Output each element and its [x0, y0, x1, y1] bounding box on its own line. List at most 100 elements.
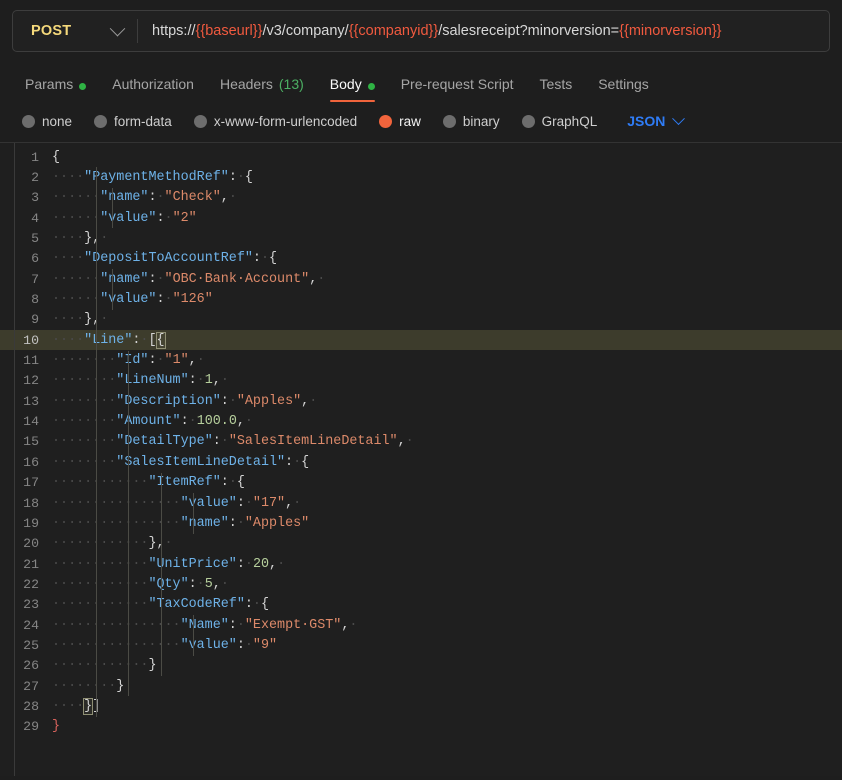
code-line[interactable]: 11 ········"Id":·"1",· — [0, 350, 842, 370]
indent-guide — [128, 350, 130, 697]
code-token: "Qty" — [148, 576, 189, 592]
request-tab-bar: Params Authorization Headers (13) Body Pre-re… — [0, 64, 842, 102]
url-text: https:// — [152, 23, 196, 39]
code-line[interactable]: 9 ····},· — [0, 310, 842, 330]
code-line[interactable]: 29} — [0, 717, 842, 737]
radio-button-icon[interactable] — [193, 114, 207, 128]
code-line[interactable]: 18 ················"value":·"17",· — [0, 493, 842, 513]
line-number: 20 — [23, 536, 39, 552]
radio-button-icon[interactable] — [22, 114, 35, 128]
tab-tests[interactable]: Tests — [527, 64, 586, 102]
radio-button-icon[interactable] — [442, 114, 456, 128]
body-type-graphql[interactable]: GraphQL — [521, 114, 597, 129]
code-line-content: ······"name":·"Check",· — [52, 190, 237, 205]
code-token: "LineNum" — [116, 373, 189, 389]
code-line[interactable]: 17 ············"ItemRef":·{ — [0, 473, 842, 493]
code-line[interactable]: 16 ········"SalesItemLineDetail":·{ — [0, 452, 842, 472]
code-token: : — [252, 251, 261, 267]
code-line[interactable]: 13 ········"Description":·"Apples",· — [0, 391, 842, 411]
code-token: · — [156, 271, 165, 287]
code-line[interactable]: 6 ····"DepositToAccountRef":·{ — [0, 249, 842, 269]
code-line[interactable]: 1{ — [0, 147, 842, 167]
code-token: : — [228, 170, 237, 186]
tab-body[interactable]: Body — [317, 64, 388, 102]
code-line[interactable]: 12 ········"LineNum":·1,· — [0, 371, 842, 391]
body-type-binary[interactable]: binary — [442, 114, 500, 129]
code-token: · — [156, 190, 165, 206]
code-line-content: ············} — [52, 658, 156, 673]
code-line-content: ················"value":·"9" — [52, 638, 277, 653]
code-line[interactable]: 22 ············"Qty":·5,· — [0, 574, 842, 594]
tab-label: Headers — [219, 76, 273, 92]
code-line[interactable]: 2 ····"PaymentMethodRef":·{ — [0, 167, 842, 187]
code-line-content: ········"SalesItemLineDetail":·{ — [52, 455, 309, 470]
code-line[interactable]: 19 ················"name":·"Apples" — [0, 513, 842, 533]
code-token: } — [84, 312, 93, 328]
code-token: , — [212, 576, 221, 592]
code-line-content: ····"PaymentMethodRef":·{ — [52, 170, 253, 185]
indent-whitespace: ············ — [52, 536, 149, 552]
line-number: 13 — [23, 393, 39, 409]
code-token: · — [188, 414, 197, 430]
code-token: , — [269, 556, 278, 572]
url-text: /salesreceipt?minorversion= — [438, 23, 620, 39]
code-line[interactable]: 25 ················"value":·"9" — [0, 635, 842, 655]
body-type-x-www-form-urlencoded[interactable]: x-www-form-urlencoded — [193, 113, 358, 129]
indent-whitespace: ············ — [52, 576, 149, 592]
code-line[interactable]: 10 ····"Line":·[{ — [0, 330, 842, 351]
code-token: "value" — [100, 292, 157, 308]
code-line[interactable]: 20 ············},· — [0, 534, 842, 554]
indent-whitespace: ········ — [52, 414, 117, 430]
tab-pre-request-script[interactable]: Pre-request Script — [388, 64, 527, 102]
radio-button-icon[interactable] — [379, 114, 393, 128]
code-line[interactable]: 5 ····},· — [0, 228, 842, 248]
body-type-form-data[interactable]: form-data — [94, 114, 172, 129]
tab-params[interactable]: Params — [12, 64, 99, 102]
code-token: : — [156, 210, 165, 226]
code-token: : — [228, 617, 237, 633]
radio-button-icon[interactable] — [94, 114, 108, 128]
code-line[interactable]: 15 ········"DetailType":·"SalesItemLineDe… — [0, 432, 842, 452]
code-line[interactable]: 26 ············} — [0, 656, 842, 676]
code-line[interactable]: 24 ················"Name":·"Exempt·GST",· — [0, 615, 842, 635]
code-token: · — [164, 210, 173, 226]
tab-authorization[interactable]: Authorization — [99, 64, 207, 102]
line-number: 21 — [23, 556, 39, 572]
body-type-none[interactable]: none — [22, 114, 72, 129]
request-body-editor[interactable]: 1{2 ····"PaymentMethodRef":·{3 ······"name… — [0, 142, 842, 776]
code-line[interactable]: 27 ········} — [0, 676, 842, 696]
tab-settings[interactable]: Settings — [585, 64, 662, 102]
url-text: /v3/company/ — [262, 23, 349, 39]
indent-whitespace: ········ — [52, 434, 117, 450]
url-variable: {{companyid}} — [348, 23, 439, 39]
indent-guide — [112, 187, 114, 229]
line-number: 29 — [23, 719, 39, 735]
request-url-input[interactable]: https://{{baseurl}}/v3/company/{{company… — [138, 11, 829, 51]
code-token: : — [244, 597, 253, 613]
code-line-content: ········} — [52, 679, 124, 694]
code-line[interactable]: 21 ············"UnitPrice":·20,· — [0, 554, 842, 574]
code-line[interactable]: 8 ······"value":·"126" — [0, 289, 842, 309]
line-number: 23 — [23, 597, 39, 613]
editor-scroll-area[interactable]: 1{2 ····"PaymentMethodRef":·{3 ······"name… — [0, 143, 842, 776]
body-type-label: x-www-form-urlencoded — [213, 113, 358, 129]
code-line[interactable]: 14 ········"Amount":·100.0,· — [0, 411, 842, 431]
http-method-dropdown[interactable]: POST — [13, 11, 137, 51]
code-token: , — [188, 353, 197, 369]
code-line[interactable]: 23 ············"TaxCodeRef":·{ — [0, 595, 842, 615]
code-line-content: ············},· — [52, 536, 173, 551]
radio-button-icon[interactable] — [521, 114, 535, 128]
code-token: "UnitPrice" — [148, 556, 237, 572]
code-line[interactable]: 4 ······"value":·"2" — [0, 208, 842, 228]
code-token: "value" — [180, 495, 237, 511]
body-type-raw[interactable]: raw — [379, 114, 421, 129]
indent-whitespace: ···· — [52, 312, 85, 328]
code-line-content: ······"value":·"2" — [52, 211, 197, 226]
code-line-content: ················"name":·"Apples" — [52, 516, 309, 531]
code-line[interactable]: 7 ······"name":·"OBC·Bank·Account",· — [0, 269, 842, 289]
body-format-dropdown[interactable]: JSON — [627, 111, 686, 129]
code-line[interactable]: 3 ······"name":·"Check",· — [0, 188, 842, 208]
code-token: · — [164, 536, 173, 552]
code-line[interactable]: 28 ····}] — [0, 696, 842, 716]
tab-headers[interactable]: Headers (13) — [207, 64, 317, 102]
